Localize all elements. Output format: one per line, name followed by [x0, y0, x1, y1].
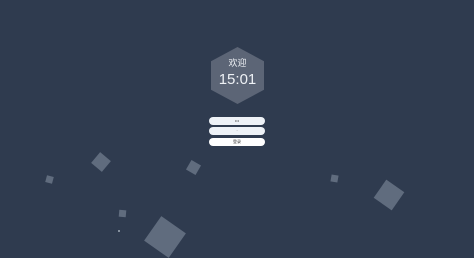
decor-square: [330, 174, 339, 183]
username-field[interactable]: •••: [209, 117, 265, 125]
clock-time: 15:01: [218, 71, 257, 88]
decor-square: [118, 209, 127, 218]
decor-square: [373, 179, 405, 211]
password-field[interactable]: ·: [209, 127, 265, 135]
decor-dot: [118, 230, 120, 232]
decor-square: [144, 216, 186, 258]
welcome-text: 欢迎: [228, 58, 247, 68]
welcome-hexagon: 欢迎 15:01: [211, 47, 264, 104]
decor-square: [45, 175, 54, 184]
login-button[interactable]: 登录: [209, 138, 265, 146]
decor-square: [185, 159, 202, 176]
decor-square: [91, 152, 111, 172]
